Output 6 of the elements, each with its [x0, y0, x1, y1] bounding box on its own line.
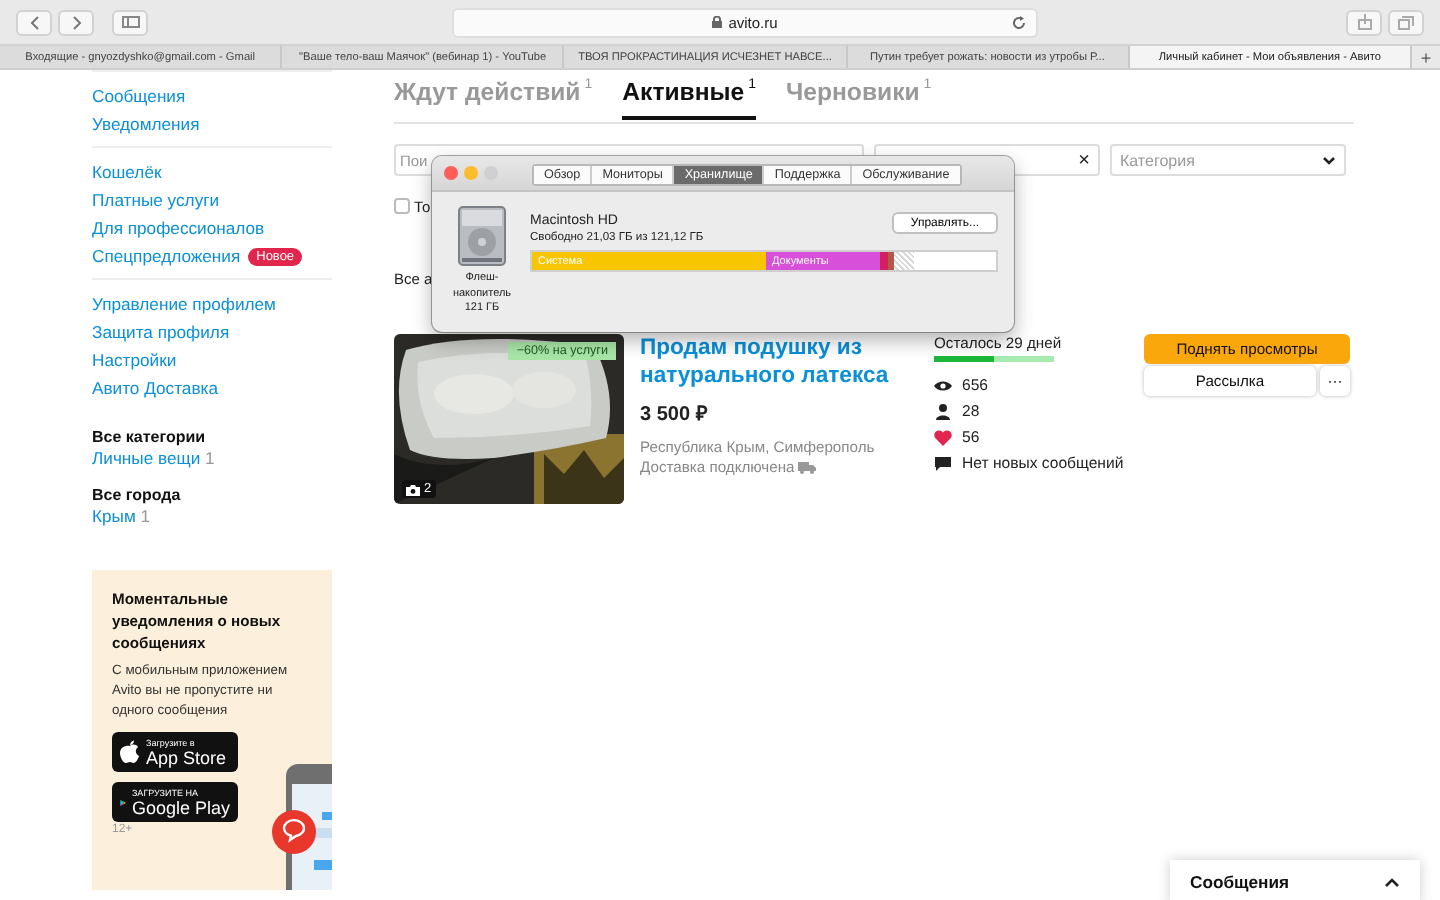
filter-heading: Все города [92, 486, 183, 506]
panel-title: Сообщения [1190, 872, 1290, 892]
filter-heading: Все категории [92, 428, 208, 448]
item-count: 1 [205, 448, 215, 468]
price: 3 500 ₽ [640, 402, 710, 426]
item-count: 1 [140, 506, 151, 526]
